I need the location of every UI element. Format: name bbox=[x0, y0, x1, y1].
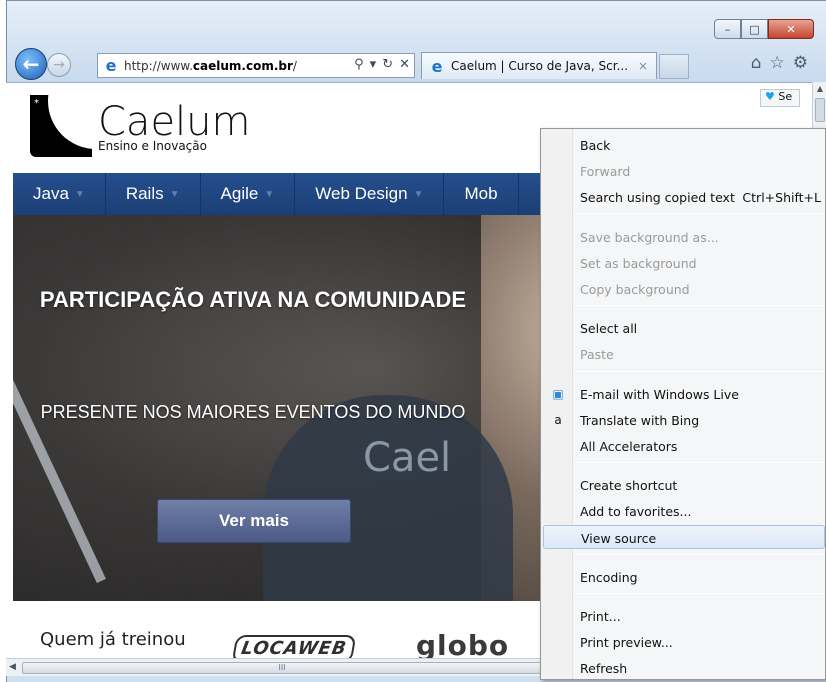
tab-title: Caelum | Curso de Java, Scr... bbox=[451, 59, 629, 73]
menu-item-email-windows-live[interactable]: ▣ E-mail with Windows Live bbox=[543, 382, 825, 406]
menu-separator bbox=[575, 462, 825, 463]
hero-photo-shirt bbox=[263, 395, 513, 601]
refresh-icon[interactable]: ↻ bbox=[382, 57, 393, 72]
ie-logo-icon: e bbox=[431, 56, 443, 76]
chevron-down-icon: ▼ bbox=[264, 188, 275, 200]
menu-item-print-preview[interactable]: Print preview... bbox=[543, 630, 825, 654]
back-arrow-icon[interactable]: ← bbox=[15, 48, 47, 80]
menu-separator bbox=[575, 371, 825, 372]
menu-item-forward: Forward bbox=[580, 164, 631, 179]
menu-separator bbox=[575, 213, 825, 214]
menu-item-encoding[interactable]: Encoding bbox=[543, 565, 825, 589]
horizontal-scroll-thumb[interactable]: III bbox=[22, 662, 542, 674]
maximize-button[interactable]: □ bbox=[741, 19, 768, 39]
menu-item-create-shortcut[interactable]: Create shortcut bbox=[543, 473, 825, 497]
menu-separator bbox=[575, 305, 825, 306]
menu-item-translate-bing[interactable]: a Translate with Bing bbox=[543, 408, 825, 432]
caelum-logo-mark[interactable]: * bbox=[30, 95, 92, 157]
menu-item-back[interactable]: Back bbox=[543, 133, 825, 157]
address-tools: ⚲ ▾ ↻ ✕ bbox=[354, 57, 410, 72]
stop-icon[interactable]: ✕ bbox=[399, 57, 410, 72]
globo-logo: globo bbox=[416, 629, 510, 658]
forward-arrow-icon[interactable]: → bbox=[47, 53, 71, 77]
menu-item-select-all[interactable]: Select all bbox=[543, 316, 825, 340]
hero-shirt-logo: Cael bbox=[363, 435, 452, 481]
dropdown-icon[interactable]: ▾ bbox=[370, 57, 377, 72]
star-icon[interactable]: ☆ bbox=[770, 53, 785, 73]
home-icon[interactable]: ⌂ bbox=[751, 53, 762, 73]
translate-icon: a bbox=[554, 413, 562, 427]
menu-item-refresh[interactable]: Refresh bbox=[543, 656, 825, 680]
toolbar-icons: ⌂ ☆ ⚙ bbox=[751, 53, 808, 73]
menu-item-paste: Paste bbox=[580, 347, 614, 362]
menu-separator bbox=[575, 593, 825, 594]
chevron-down-icon: ▼ bbox=[169, 188, 180, 200]
twitter-icon: ♥ bbox=[765, 90, 775, 103]
trained-label: Quem já treinou bbox=[40, 629, 186, 650]
menu-item-all-accelerators[interactable]: All Accelerators bbox=[543, 434, 825, 458]
search-icon[interactable]: ⚲ bbox=[354, 57, 364, 72]
nav-item-agile[interactable]: Agile ▼ bbox=[201, 173, 296, 215]
vertical-scroll-thumb[interactable] bbox=[815, 98, 825, 122]
new-tab-button[interactable] bbox=[659, 54, 689, 79]
email-icon: ▣ bbox=[552, 387, 564, 401]
ie-logo-icon: e bbox=[105, 56, 117, 75]
hero-title: PARTICIPAÇÃO ATIVA NA COMUNIDADE bbox=[39, 287, 467, 312]
chevron-down-icon: ▼ bbox=[74, 188, 85, 200]
locaweb-logo: LOCAWEB bbox=[231, 635, 357, 658]
context-menu: Back Forward Search using copied text Ctr… bbox=[540, 128, 826, 680]
menu-item-add-favorites[interactable]: Add to favorites... bbox=[543, 499, 825, 523]
nav-item-rails[interactable]: Rails ▼ bbox=[106, 173, 201, 215]
menu-item-save-background: Save background as... bbox=[580, 230, 719, 245]
nav-item-java[interactable]: Java ▼ bbox=[13, 173, 106, 215]
logo-tagline: Ensino e Inovação bbox=[98, 139, 207, 153]
tab-close-icon[interactable]: × bbox=[638, 59, 648, 73]
menu-item-print[interactable]: Print... bbox=[543, 604, 825, 628]
twitter-share-button[interactable]: ♥ Se bbox=[760, 89, 800, 107]
close-window-button[interactable]: ✕ bbox=[768, 19, 814, 39]
menu-item-search-copied[interactable]: Search using copied text Ctrl+Shift+L bbox=[543, 185, 825, 209]
window-caption-buttons: – □ ✕ bbox=[714, 19, 814, 39]
scroll-left-icon[interactable]: ◀ bbox=[9, 662, 16, 672]
tab-caelum[interactable]: e Caelum | Curso de Java, Scr... × bbox=[421, 52, 657, 79]
menu-item-copy-background: Copy background bbox=[580, 282, 690, 297]
minimize-button[interactable]: – bbox=[714, 19, 741, 39]
address-bar[interactable]: e http://www.caelum.com.br/ ⚲ ▾ ↻ ✕ bbox=[97, 53, 415, 78]
nav-item-mobile[interactable]: Mob bbox=[444, 173, 519, 215]
hero-photo-lanyard bbox=[13, 306, 106, 584]
gear-icon[interactable]: ⚙ bbox=[793, 53, 808, 73]
menu-item-view-source[interactable]: View source bbox=[543, 525, 825, 549]
ver-mais-button[interactable]: Ver mais bbox=[157, 499, 351, 543]
nav-item-web-design[interactable]: Web Design ▼ bbox=[295, 173, 445, 215]
scroll-up-icon[interactable]: ▲ bbox=[813, 82, 826, 96]
logo-star: * bbox=[34, 98, 39, 109]
chevron-down-icon: ▼ bbox=[413, 188, 424, 200]
menu-separator bbox=[575, 554, 825, 555]
hero-subtitle: PRESENTE NOS MAIORES EVENTOS DO MUNDO bbox=[40, 402, 466, 422]
menu-item-set-background: Set as background bbox=[580, 256, 697, 271]
url-text: http://www.caelum.com.br/ bbox=[124, 58, 297, 73]
